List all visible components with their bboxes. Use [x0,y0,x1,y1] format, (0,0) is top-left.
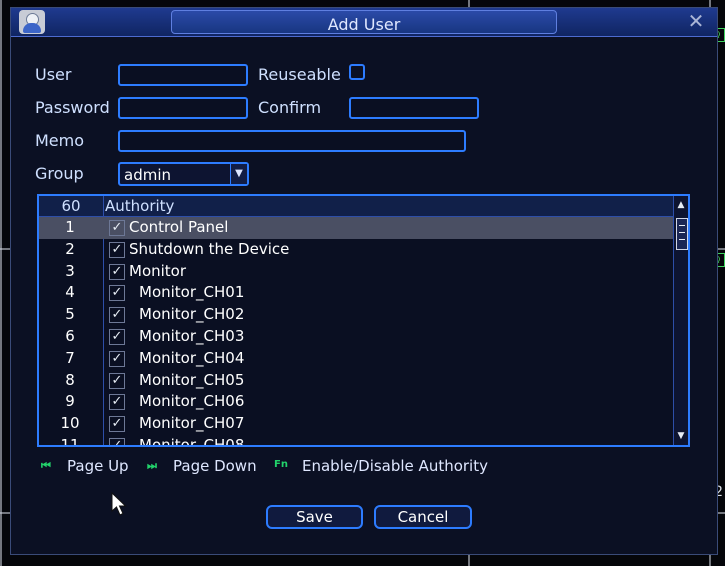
page-up-icon: ⏮ [41,459,51,472]
authority-label: Monitor [129,261,187,280]
scroll-down-icon[interactable]: ▼ [674,429,688,443]
row-number: 6 [65,326,75,345]
memo-input[interactable] [118,130,466,152]
scroll-up-icon[interactable]: ▲ [674,198,688,212]
close-icon[interactable]: ✕ [685,10,707,32]
authority-label: Monitor_CH07 [139,414,245,433]
confirm-label: Confirm [258,98,322,117]
save-button[interactable]: Save [266,505,363,529]
authority-checkbox-icon[interactable]: ✓ [109,220,125,236]
table-row[interactable]: 8 ✓ Monitor_CH05 [39,370,676,392]
table-row[interactable]: 10 ✓ Monitor_CH07 [39,413,676,435]
authority-label: Control Panel [129,218,229,236]
row-number: 3 [65,261,75,280]
row-number: 4 [65,283,75,302]
count-header: 60 [61,197,81,215]
user-label: User [35,65,72,84]
authority-checkbox-icon[interactable]: ✓ [109,285,125,302]
table-row[interactable]: 7 ✓ Monitor_CH04 [39,348,676,370]
grid-line-vertical [0,0,2,566]
password-input[interactable] [118,97,248,119]
authority-checkbox-icon[interactable]: ✓ [109,263,125,280]
authority-checkbox-icon[interactable]: ✓ [109,241,125,258]
cancel-button[interactable]: Cancel [374,505,472,529]
table-header: 60 Authority [39,196,676,217]
chevron-down-icon[interactable]: ▼ [230,164,247,184]
title-frame: Add User [171,10,557,34]
authority-label: Monitor_CH08 [139,435,245,447]
dialog-title: Add User [327,15,401,34]
table-row[interactable]: 1 ✓ Control Panel [39,217,676,239]
scroll-thumb[interactable] [676,218,688,250]
table-row[interactable]: 5 ✓ Monitor_CH02 [39,304,676,326]
row-number: 9 [65,392,75,411]
authority-label: Shutdown the Device [129,239,290,258]
authority-checkbox-icon[interactable]: ✓ [109,307,125,324]
mouse-cursor-icon [111,492,127,516]
authority-checkbox-icon[interactable]: ✓ [109,350,125,367]
authority-label: Monitor_CH06 [139,392,245,411]
table-row[interactable]: 9 ✓ Monitor_CH06 [39,391,676,413]
authority-checkbox-icon[interactable]: ✓ [109,416,125,433]
reuseable-checkbox[interactable] [349,64,365,80]
memo-label: Memo [35,131,85,150]
table-row[interactable]: 3 ✓ Monitor [39,261,676,283]
row-number: 1 [65,218,75,236]
user-icon [19,10,45,34]
add-user-dialog: Add User ✕ User Reuseable Password Confi… [10,7,718,555]
authority-table: 60 Authority 1 ✓ Control Panel 2 ✓ Shutdown t… [37,194,690,447]
reuseable-label: Reuseable [258,65,341,84]
authority-label: Monitor_CH01 [139,283,245,302]
page-down-icon: ⏭ [147,459,157,472]
authority-header: Authority [105,197,175,215]
authority-checkbox-icon[interactable]: ✓ [109,372,125,389]
row-number: 2 [65,239,75,258]
table-body: 1 ✓ Control Panel 2 ✓ Shutdown the Device 3 ✓ Mo… [39,217,676,447]
row-number: 8 [65,370,75,389]
authority-label: Monitor_CH04 [139,348,245,367]
row-number: 11 [60,435,80,447]
row-number: 7 [65,348,75,367]
dialog-titlebar[interactable]: Add User ✕ [11,8,717,37]
page-up-label: Page Up [67,457,129,475]
scrollbar[interactable]: ▲ ▼ [673,196,688,445]
authority-checkbox-icon[interactable]: ✓ [109,437,125,445]
row-number: 5 [65,305,75,324]
group-label: Group [35,164,84,183]
user-input[interactable] [118,64,248,86]
group-select[interactable]: admin ▼ [118,162,249,186]
fn-label: Enable/Disable Authority [302,457,488,475]
table-row[interactable]: 2 ✓ Shutdown the Device [39,239,676,261]
authority-label: Monitor_CH03 [139,326,245,345]
authority-checkbox-icon[interactable]: ✓ [109,394,125,411]
user-icon-body [23,23,41,33]
table-row[interactable]: 4 ✓ Monitor_CH01 [39,282,676,304]
table-row[interactable]: 6 ✓ Monitor_CH03 [39,326,676,348]
row-number: 10 [60,414,80,433]
authority-label: Monitor_CH02 [139,305,245,324]
confirm-input[interactable] [349,97,479,119]
fn-icon: Fn [274,459,288,470]
group-select-value: admin [124,166,171,184]
page-down-label: Page Down [173,457,257,475]
authority-checkbox-icon[interactable]: ✓ [109,328,125,345]
password-label: Password [35,98,110,117]
authority-label: Monitor_CH05 [139,370,245,389]
table-row[interactable]: 11 ✓ Monitor_CH08 [39,435,676,447]
